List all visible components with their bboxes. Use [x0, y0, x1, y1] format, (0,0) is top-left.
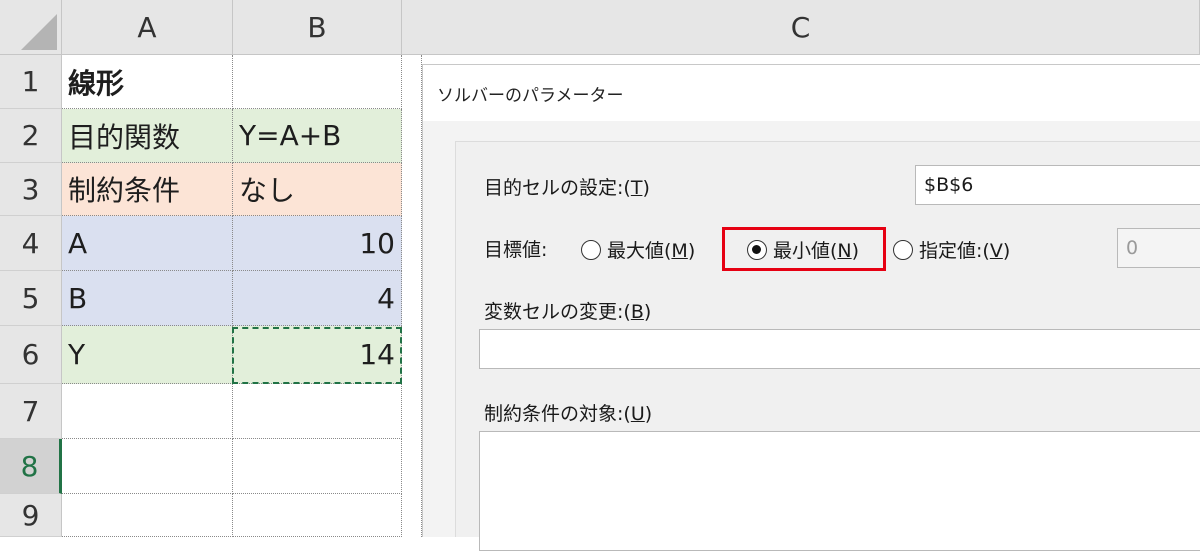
- radio-specified-label: 指定値:(V): [919, 240, 1011, 262]
- radio-min-icon: [747, 239, 767, 260]
- row-header-2[interactable]: 2: [0, 109, 62, 163]
- cell-a7[interactable]: [62, 384, 233, 439]
- row-header-1[interactable]: 1: [0, 55, 62, 109]
- radio-min-label: 最小値(N): [773, 240, 860, 262]
- cell-a8[interactable]: [62, 439, 233, 494]
- objective-cell-input[interactable]: $B$6: [915, 165, 1200, 205]
- row-header-9[interactable]: 9: [0, 494, 62, 537]
- cell-a2[interactable]: 目的関数: [62, 109, 233, 163]
- cell-b5[interactable]: 4: [233, 271, 402, 326]
- constraints-listbox[interactable]: [479, 431, 1200, 551]
- cell-a4[interactable]: A: [62, 216, 233, 271]
- radio-max[interactable]: 最大値(M): [581, 236, 695, 263]
- target-value-label: 目標値:: [484, 239, 548, 261]
- row-header-5[interactable]: 5: [0, 271, 62, 326]
- row-header-6[interactable]: 6: [0, 326, 62, 384]
- select-all-corner[interactable]: [0, 0, 62, 55]
- row-header-3[interactable]: 3: [0, 163, 62, 216]
- radio-max-label: 最大値(M): [607, 240, 696, 262]
- radio-specified-icon: [893, 239, 913, 260]
- cell-b8[interactable]: [233, 439, 402, 494]
- cell-a6[interactable]: Y: [62, 326, 233, 384]
- variable-cells-input[interactable]: [479, 329, 1200, 369]
- cell-a9[interactable]: [62, 494, 233, 537]
- cell-a5[interactable]: B: [62, 271, 233, 326]
- dialog-title: ソルバーのパラメーター: [437, 85, 624, 106]
- dialog-titlebar[interactable]: ソルバーのパラメーター: [423, 65, 1200, 121]
- radio-max-icon: [581, 239, 601, 260]
- cell-b7[interactable]: [233, 384, 402, 439]
- solver-parameters-dialog: ソルバーのパラメーター 目的セルの設定:(T) $B$6 目標値: 最大値(M)…: [422, 64, 1200, 551]
- cell-b1[interactable]: [233, 55, 402, 109]
- cell-b4[interactable]: 10: [233, 216, 402, 271]
- column-header-b[interactable]: B: [233, 0, 402, 55]
- cell-a3[interactable]: 制約条件: [62, 163, 233, 216]
- constraints-label: 制約条件の対象:(U): [484, 403, 653, 425]
- variable-cells-label: 変数セルの変更:(B): [484, 301, 652, 323]
- cell-b3[interactable]: なし: [233, 163, 402, 216]
- column-header-a[interactable]: A: [62, 0, 233, 55]
- objective-label: 目的セルの設定:(T): [484, 177, 650, 199]
- cell-a1[interactable]: 線形: [62, 55, 233, 109]
- cell-b2[interactable]: Y=A+B: [233, 109, 402, 163]
- radio-specified[interactable]: 指定値:(V): [893, 236, 1010, 263]
- select-all-triangle-icon: [21, 14, 57, 50]
- row-header-8[interactable]: 8: [0, 439, 62, 494]
- cell-b9[interactable]: [233, 494, 402, 537]
- column-c-strip[interactable]: [402, 55, 422, 537]
- column-header-c[interactable]: C: [402, 0, 1200, 55]
- specified-value-input[interactable]: 0: [1117, 228, 1200, 268]
- row-header-4[interactable]: 4: [0, 216, 62, 271]
- row-header-7[interactable]: 7: [0, 384, 62, 439]
- radio-min[interactable]: 最小値(N): [747, 236, 859, 263]
- cell-b6[interactable]: 14: [233, 326, 402, 384]
